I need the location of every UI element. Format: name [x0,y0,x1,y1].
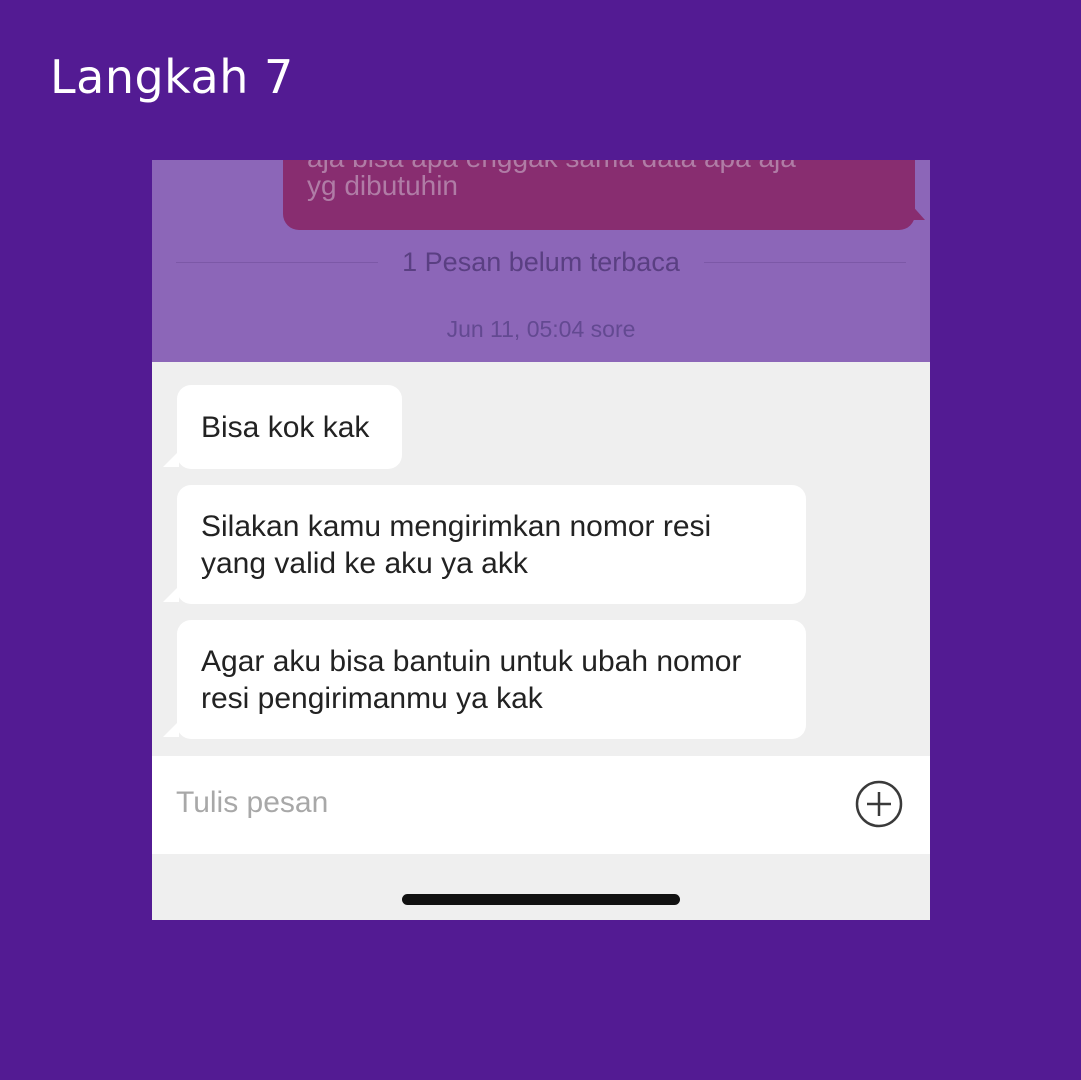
dimmed-overlay: aja bisa apa enggak sama data apa aja yg… [152,160,930,362]
message-line: resi pengirimanmu ya kak [201,681,543,715]
received-message-bubble: Bisa kok kak [177,385,402,469]
chat-screenshot: aja bisa apa enggak sama data apa aja yg… [152,160,930,920]
divider-line-right [703,261,906,263]
message-line: Silakan kamu mengirimkan nomor resi [201,509,712,543]
bubble-tail [163,586,179,602]
unread-divider: 1 Pesan belum terbaca [176,242,906,282]
message-line: Agar aku bisa bantuin untuk ubah nomor [201,644,742,678]
divider-line-left [176,261,379,263]
unread-divider-label: 1 Pesan belum terbaca [402,246,680,277]
home-indicator [402,894,680,905]
step-title: Langkah 7 [50,50,294,104]
message-input[interactable]: Tulis pesan [176,786,328,820]
message-timestamp: Jun 11, 05:04 sore [446,316,636,342]
message-line: Bisa kok kak [201,410,370,444]
message-composer: Tulis pesan [152,756,930,854]
sent-bubble-tail [909,202,925,220]
sent-message-text: yg dibutuhin [307,170,459,201]
received-message-bubble: Agar aku bisa bantuin untuk ubah nomor r… [177,620,806,739]
message-line: yang valid ke aku ya akk [201,546,528,580]
bubble-tail [163,451,179,467]
received-message-bubble: Silakan kamu mengirimkan nomor resi yang… [177,485,806,604]
plus-circle-icon[interactable] [855,780,903,828]
bubble-tail [163,721,179,737]
